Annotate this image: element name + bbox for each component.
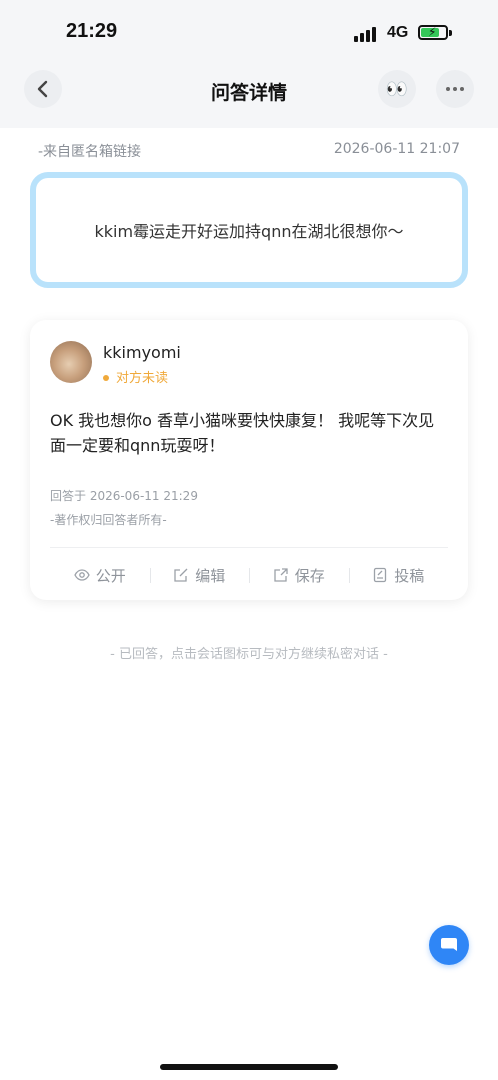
edit-button[interactable]: 编辑 bbox=[149, 560, 250, 590]
copyright-note: -著作权归回答者所有- bbox=[50, 513, 167, 527]
more-dots-icon bbox=[446, 87, 464, 91]
divider bbox=[50, 547, 448, 548]
export-icon bbox=[274, 568, 288, 582]
submit-button[interactable]: 投稿 bbox=[348, 560, 449, 590]
signal-icon bbox=[354, 26, 380, 42]
eyes-icon: 👀 bbox=[385, 78, 409, 100]
question-card: kkim霉运走开好运加持qnn在湖北很想你～ bbox=[30, 172, 468, 288]
eye-icon bbox=[74, 569, 90, 581]
answer-text: OK 我也想你o 香草小猫咪要快快康复！ 我呢等下次见面一定要和qnn玩耍呀！ bbox=[50, 411, 435, 455]
avatar[interactable] bbox=[50, 341, 92, 383]
question-timestamp: 2026-06-11 21:07 bbox=[333, 141, 460, 157]
battery-cap bbox=[449, 30, 452, 36]
answer-card: kkimyomi 对方未读 OK 我也想你o 香草小猫咪要快快康复！ 我呢等下次… bbox=[30, 320, 468, 600]
more-button[interactable] bbox=[436, 70, 474, 108]
question-text: kkim霉运走开好运加持qnn在湖北很想你～ bbox=[94, 222, 404, 241]
page-title: 问答详情 bbox=[210, 82, 287, 104]
save-button[interactable]: 保存 bbox=[249, 560, 349, 590]
public-button[interactable]: 公开 bbox=[50, 560, 150, 590]
chat-button[interactable] bbox=[429, 925, 469, 965]
edit-icon bbox=[174, 568, 188, 582]
submit-icon bbox=[374, 567, 387, 583]
chat-bubble-icon bbox=[441, 938, 457, 951]
battery-icon: ⚡ bbox=[418, 25, 448, 40]
home-indicator bbox=[160, 1064, 338, 1070]
edit-label: 编辑 bbox=[195, 566, 226, 585]
status-time: 21:29 bbox=[66, 20, 118, 42]
answer-actions: 公开 编辑 保存 投稿 bbox=[50, 560, 448, 590]
answerer-username[interactable]: kkimyomi bbox=[103, 343, 181, 362]
read-status: 对方未读 bbox=[103, 367, 168, 386]
status-dot-icon bbox=[103, 374, 109, 381]
public-label: 公开 bbox=[95, 566, 126, 585]
answer-time: 回答于 2026-06-11 21:29 bbox=[50, 489, 198, 503]
network-label: 4G bbox=[387, 24, 409, 41]
eyes-button[interactable]: 👀 bbox=[378, 70, 416, 108]
question-source: -来自匿名箱链接 bbox=[38, 144, 142, 160]
read-status-label: 对方未读 bbox=[116, 371, 169, 386]
footer-hint: - 已回答，点击会话图标可与对方继续私密对话 - bbox=[110, 647, 388, 662]
save-label: 保存 bbox=[294, 566, 325, 585]
submit-label: 投稿 bbox=[394, 566, 425, 585]
top-area: 21:29 4G ⚡ 问答详情 👀 bbox=[0, 0, 498, 128]
